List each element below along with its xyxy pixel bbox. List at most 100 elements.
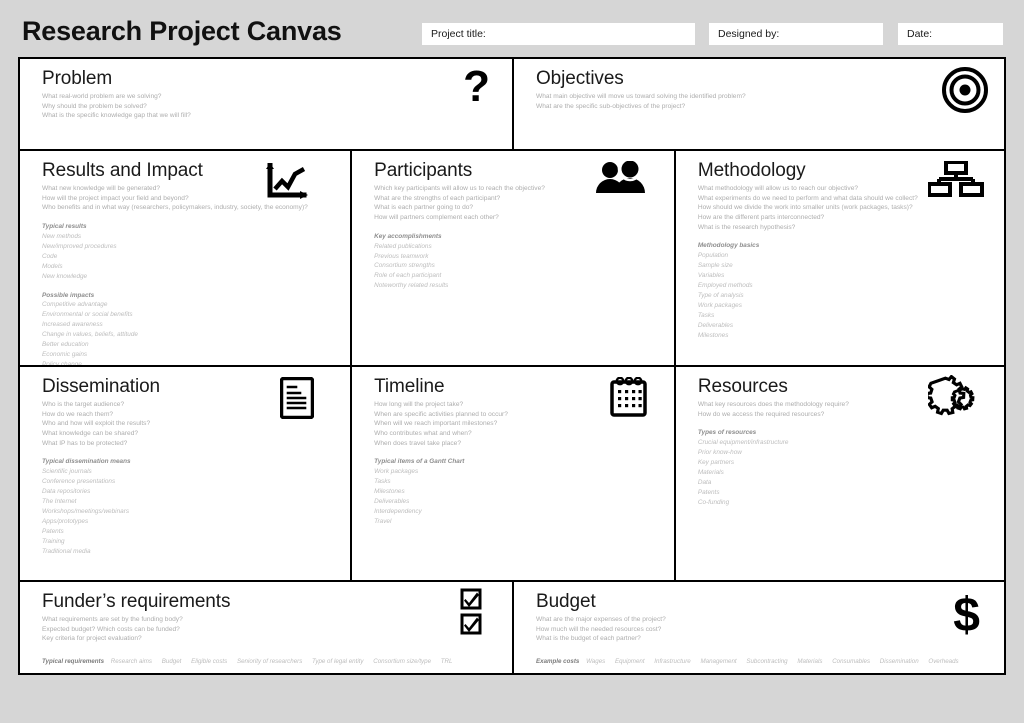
project-title-input[interactable]: Project title: <box>422 23 695 45</box>
designed-by-input[interactable]: Designed by: <box>709 23 883 45</box>
inline-item: TRL <box>440 658 453 665</box>
cell-dissemination[interactable]: Dissemination Who is the target audience… <box>20 367 350 580</box>
cell-funder-title: Funder’s requirements <box>42 591 231 612</box>
question: What are the specific sub-objectives of … <box>536 102 686 110</box>
group-item: New/improved procedures <box>42 242 117 250</box>
question: What is the budget of each partner? <box>536 635 641 643</box>
cell-participants-group: Key accomplishments Related publications… <box>374 232 660 292</box>
inline-item: Subcontracting <box>746 658 788 665</box>
group-item: Patents <box>42 527 64 535</box>
cell-objectives-title: Objectives <box>536 68 624 89</box>
cell-timeline[interactable]: Timeline How long will the project take?… <box>350 367 674 580</box>
question: What knowledge can be shared? <box>42 430 139 437</box>
inline-heading: Example costs <box>536 658 580 665</box>
question: What IP has to be protected? <box>42 439 128 447</box>
group-item: Code <box>42 252 58 260</box>
page-title: Research Project Canvas <box>22 16 342 46</box>
question: How are the different parts interconnect… <box>697 214 825 221</box>
group-heading: Typical items of a Gantt Chart <box>374 458 465 466</box>
inline-item: Budget <box>161 658 182 665</box>
group-item: Competitive advantage <box>42 301 108 309</box>
canvas-grid: Problem What real-world problem are we s… <box>18 57 1006 675</box>
group-item: Sample size <box>697 262 733 270</box>
group-item: Economic gains <box>42 351 88 359</box>
question: How much will the needed resources cost? <box>536 625 662 633</box>
group-item: Better education <box>42 341 89 349</box>
group-item: Environmental or social benefits <box>42 311 133 319</box>
inline-item: Equipment <box>614 658 645 665</box>
group-item: Work packages <box>374 468 419 476</box>
group-item: Policy change <box>42 360 82 365</box>
inline-item: Research aims <box>110 658 153 665</box>
group-item: Work packages <box>697 301 742 309</box>
cell-methodology[interactable]: Methodology What methodology will allow … <box>673 151 1004 365</box>
cell-budget-inline-list: Example costs Wages Equipment Infrastruc… <box>536 658 967 665</box>
header: Research Project Canvas Project title: D… <box>0 0 1024 55</box>
cell-problem-title: Problem <box>42 68 113 89</box>
inline-heading: Typical requirements <box>42 658 105 665</box>
footer: CC ↑ BY This work is licensed under CC B… <box>0 678 1024 723</box>
people-icon <box>594 161 646 195</box>
cell-timeline-group: Typical items of a Gantt Chart Work pack… <box>374 457 660 526</box>
question: Who and how will exploit the results? <box>42 420 151 428</box>
group-item: Travel <box>374 517 392 525</box>
date-label: Date: <box>907 28 933 40</box>
cell-objectives-questions: What main objective will move us toward … <box>536 92 990 111</box>
group-item: Deliverables <box>697 321 734 329</box>
cell-participants[interactable]: Participants Which key participants will… <box>350 151 674 365</box>
question: When does travel take place? <box>374 439 461 447</box>
cell-funder-inline-list: Typical requirements Research aims Budge… <box>42 658 460 665</box>
group-item: Tasks <box>697 311 715 319</box>
group-item: Prior know-how <box>697 449 742 457</box>
date-input[interactable]: Date: <box>898 23 1003 45</box>
line-chart-icon <box>264 163 312 203</box>
group-heading: Key accomplishments <box>374 232 442 240</box>
group-heading: Methodology basics <box>697 242 760 250</box>
cell-methodology-group: Methodology basics Population Sample siz… <box>698 241 990 340</box>
group-item: New methods <box>42 232 82 240</box>
inline-item: Eligible costs <box>191 658 228 665</box>
question: What requirements are set by the funding… <box>42 615 183 623</box>
group-item: Materials <box>697 469 724 476</box>
group-item: Consortium strengths <box>374 262 435 270</box>
inline-item: Seniority of researchers <box>236 658 303 665</box>
question: What is each partner going to do? <box>374 204 474 212</box>
group-item: Population <box>697 252 729 260</box>
group-item: Related publications <box>374 242 432 250</box>
group-item: Previous teamwork <box>374 252 429 260</box>
group-item: Role of each participant <box>374 272 442 280</box>
cell-resources[interactable]: Resources What key resources does the me… <box>673 367 1004 580</box>
group-heading: Types of resources <box>697 429 757 437</box>
group-heading: Typical dissemination means <box>42 458 131 466</box>
project-title-label: Project title: <box>431 28 486 40</box>
group-heading: Possible impacts <box>42 291 95 299</box>
group-item: Milestones <box>374 488 405 496</box>
group-item: Employed methods <box>697 282 753 290</box>
inline-item: Materials <box>797 658 823 665</box>
question-mark-icon: ? <box>463 62 490 111</box>
question: Expected budget? Which costs can be fund… <box>42 625 180 633</box>
question: What main objective will move us toward … <box>536 92 746 100</box>
cell-budget-title: Budget <box>536 591 596 612</box>
gears-icon <box>927 375 982 419</box>
cell-objectives[interactable]: Objectives What main objective will move… <box>512 59 1004 149</box>
group-item: Co-funding <box>697 498 730 506</box>
question: What is the specific knowledge gap that … <box>42 112 191 120</box>
group-item: Variables <box>697 272 725 280</box>
inline-item: Type of legal entity <box>312 658 364 665</box>
group-item: Increased awareness <box>42 321 103 329</box>
question: What real-world problem are we solving? <box>42 92 162 100</box>
question: Why should the problem be solved? <box>42 102 147 110</box>
canvas-row-bottom: Funder’s requirements What requirements … <box>20 582 1004 673</box>
cell-funder-questions: What requirements are set by the funding… <box>42 615 498 644</box>
cell-budget[interactable]: Budget What are the major expenses of th… <box>512 582 1004 673</box>
cell-problem-questions: What real-world problem are we solving? … <box>42 92 498 121</box>
group-item: Scientific journals <box>42 468 92 476</box>
designed-by-label: Designed by: <box>718 28 780 40</box>
cell-results-and-impact[interactable]: Results and Impact What new knowledge wi… <box>20 151 350 365</box>
question: Key criteria for project evaluation? <box>42 635 142 643</box>
cell-problem[interactable]: Problem What real-world problem are we s… <box>20 59 512 149</box>
cell-funders-requirements[interactable]: Funder’s requirements What requirements … <box>20 582 512 673</box>
group-item: Traditional media <box>42 547 91 555</box>
inline-item: Consortium size/type <box>373 658 432 665</box>
